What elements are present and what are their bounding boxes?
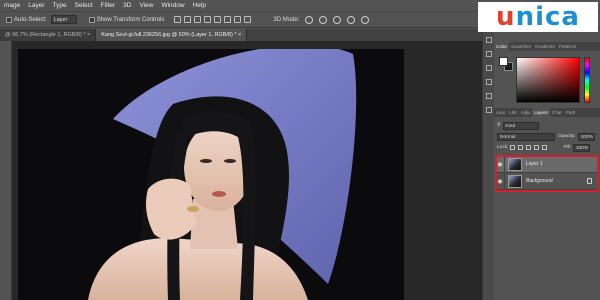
tab-adjustments[interactable]: Adju (519, 108, 532, 117)
brush-settings-icon[interactable] (485, 65, 492, 71)
auto-select-dropdown[interactable]: Layer (50, 15, 77, 24)
menu-window[interactable]: Window (157, 2, 188, 9)
menu-image[interactable]: mage (0, 2, 24, 9)
document-canvas[interactable] (18, 49, 404, 300)
auto-select-label: Auto-Select: (14, 16, 47, 23)
mode-3d-tools (305, 15, 370, 24)
canvas-area (12, 41, 482, 300)
tab-color[interactable]: Color (494, 42, 509, 51)
align-right-icon[interactable] (194, 16, 202, 23)
blend-row: Normal Opacity: 100% (494, 131, 600, 142)
orbit-icon[interactable] (305, 15, 314, 24)
document-tabs: @ 66.7% (Rectangle 1, RGB/8) * × Kang.Se… (0, 29, 492, 41)
slide-icon[interactable] (347, 15, 356, 24)
tools-panel (0, 41, 12, 300)
blend-mode-dropdown[interactable]: Normal (497, 132, 555, 141)
history-icon[interactable] (485, 37, 492, 43)
menu-3d[interactable]: 3D (119, 2, 135, 9)
color-picker-field[interactable] (516, 57, 580, 103)
logo-text-nica: nica (515, 2, 580, 32)
layer-row-layer-1[interactable]: ◉ Layer 1 (496, 155, 598, 173)
paragraph-icon[interactable] (485, 93, 492, 99)
opacity-input[interactable]: 100% (577, 132, 595, 141)
right-panels: Color Swatches Gradients Patterns Lear L… (494, 29, 600, 300)
align-left-icon[interactable] (174, 16, 182, 23)
lock-icon (587, 178, 592, 184)
tab-character[interactable]: Char (550, 108, 564, 117)
tab-active-document[interactable]: Kang.Seul-gi.full.236256.jpg @ 50% (Laye… (96, 29, 248, 41)
lock-pixels-icon[interactable] (510, 145, 516, 150)
scale-icon[interactable] (361, 15, 370, 24)
menu-help[interactable]: Help (189, 2, 210, 9)
fill-label: Fill: (563, 145, 571, 150)
align-buttons (174, 16, 252, 23)
search-icon: ⚲ (497, 123, 501, 128)
filter-row: ⚲ Kind (494, 120, 600, 131)
color-panel-tabs: Color Swatches Gradients Patterns (494, 42, 600, 51)
tab-gradients[interactable]: Gradients (533, 42, 557, 51)
actions-icon[interactable] (485, 107, 492, 113)
more-options-icon[interactable] (244, 16, 252, 23)
mode-3d-label: 3D Mode: (273, 16, 300, 23)
hue-slider[interactable] (584, 57, 590, 103)
info-icon[interactable] (485, 79, 492, 85)
lock-artboard-icon[interactable] (534, 145, 540, 150)
transform-controls-checkbox[interactable] (88, 16, 95, 23)
lock-row: Lock: Fill: 100% (494, 142, 600, 153)
tab-learn[interactable]: Lear (494, 108, 507, 117)
menu-view[interactable]: View (135, 2, 157, 9)
menu-layer[interactable]: Layer (24, 2, 48, 9)
lock-options (510, 145, 548, 150)
menu-type[interactable]: Type (49, 2, 71, 9)
kind-filter-dropdown[interactable]: Kind (502, 121, 539, 130)
collapsed-panels-column (482, 29, 494, 300)
distribute-icon[interactable] (234, 16, 242, 23)
foreground-swatch[interactable] (499, 57, 508, 66)
tab-swatches[interactable]: Swatches (509, 42, 533, 51)
tab-patterns[interactable]: Patterns (557, 42, 578, 51)
layer-name: Layer 1 (526, 161, 543, 167)
lock-label: Lock: (497, 145, 509, 150)
drag-icon[interactable] (333, 15, 342, 24)
tab-libraries[interactable]: Libr (507, 108, 519, 117)
tab-layers[interactable]: Layers (532, 108, 550, 117)
lock-position-icon[interactable] (526, 145, 532, 150)
unica-logo: u nica (478, 2, 598, 32)
tab-paths[interactable]: Path (564, 108, 577, 117)
fill-input[interactable]: 100% (572, 143, 590, 152)
visibility-eye-icon[interactable]: ◉ (496, 155, 505, 173)
lock-paint-icon[interactable] (518, 145, 524, 150)
lock-all-icon[interactable] (542, 145, 548, 150)
align-center-icon[interactable] (184, 16, 192, 23)
menu-filter[interactable]: Filter (97, 2, 119, 9)
roll-icon[interactable] (319, 15, 328, 24)
transform-controls-label: Show Transform Controls (96, 16, 165, 23)
menu-select[interactable]: Select (71, 2, 97, 9)
layer-thumbnail (508, 157, 522, 171)
opacity-label: Opacity: (558, 134, 576, 139)
layers-list: ◉ Layer 1 ◉ Background (495, 155, 599, 192)
layer-row-background[interactable]: ◉ Background (496, 172, 598, 190)
logo-letter-u: u (496, 2, 516, 32)
layers-panel-tabs: Lear Libr Adju Layers Char Path (494, 108, 600, 117)
layer-name: Background (526, 178, 553, 184)
align-top-icon[interactable] (204, 16, 212, 23)
layer-thumbnail (508, 174, 522, 188)
photo-image (18, 49, 404, 300)
align-middle-icon[interactable] (214, 16, 222, 23)
auto-select-checkbox[interactable] (6, 16, 12, 23)
tab-rectangle-document[interactable]: @ 66.7% (Rectangle 1, RGB/8) * × (0, 29, 97, 41)
visibility-eye-icon[interactable]: ◉ (496, 172, 505, 190)
align-bottom-icon[interactable] (224, 16, 232, 23)
color-panel (494, 51, 600, 108)
properties-icon[interactable] (485, 51, 492, 57)
